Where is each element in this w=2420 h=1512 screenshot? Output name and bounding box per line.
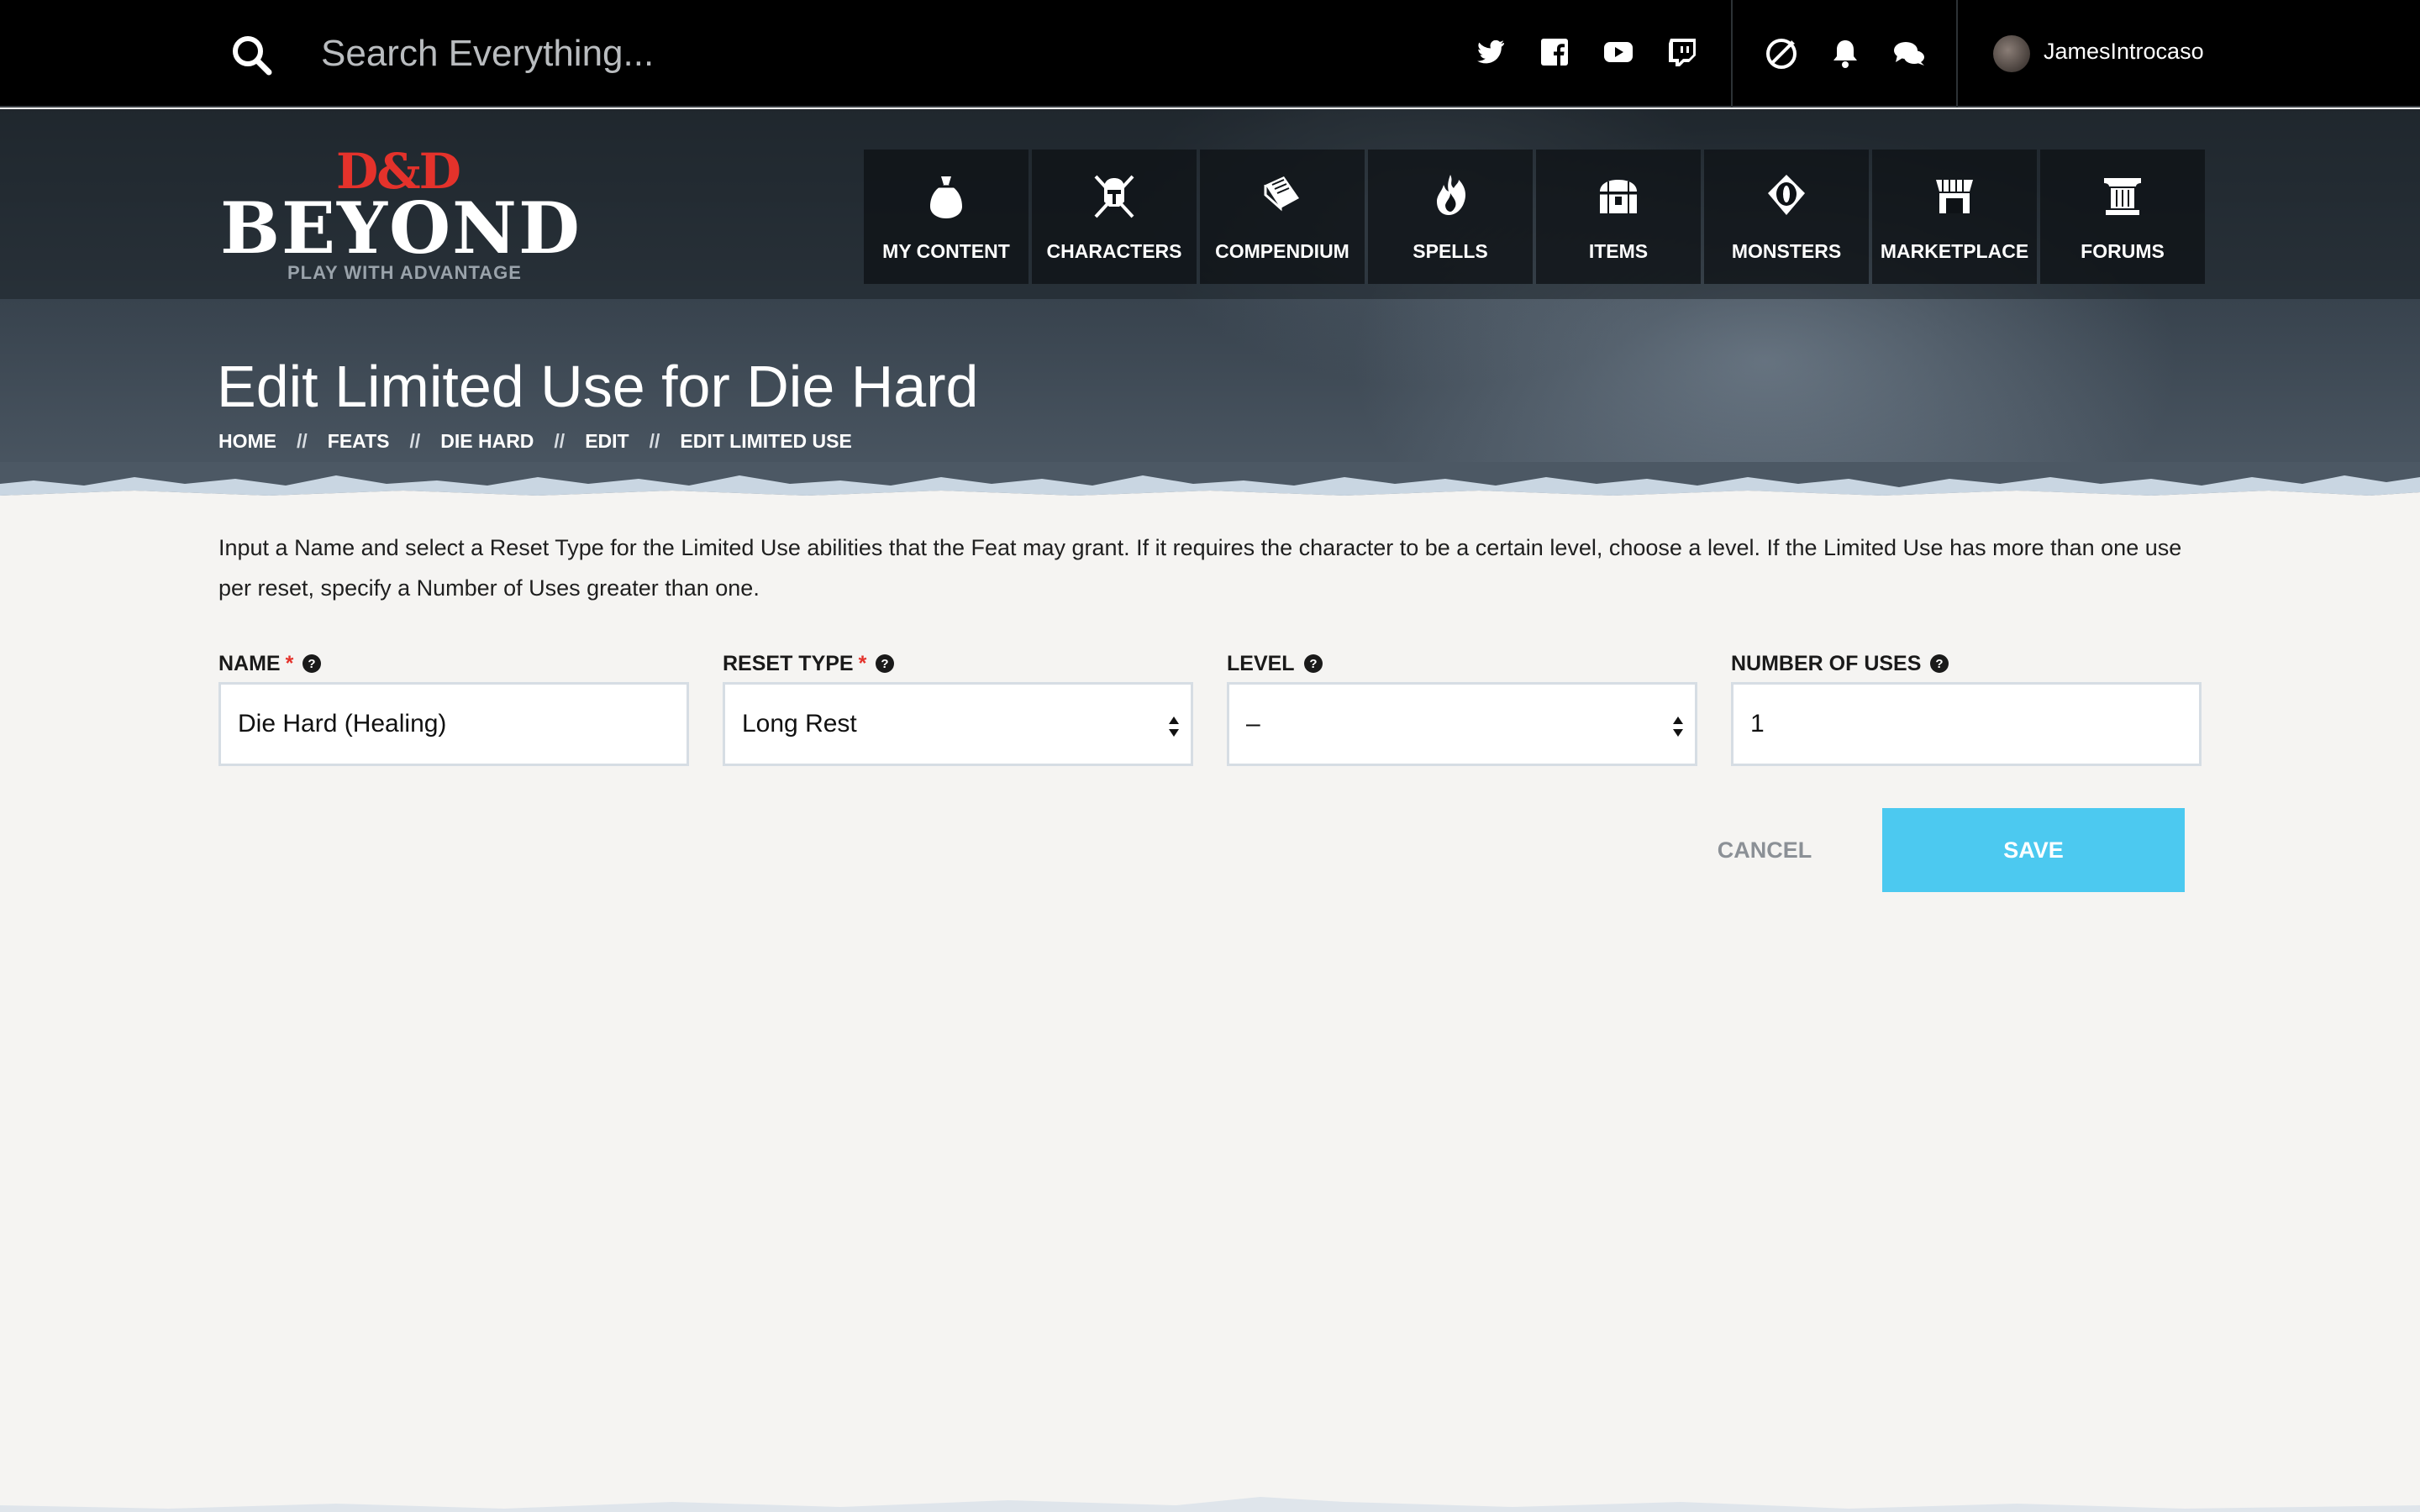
breadcrumb-separator: // [554, 430, 566, 452]
bottom-torn-edge [0, 1497, 2420, 1512]
nav-label: MY CONTENT [882, 240, 1010, 262]
nav-item-monsters[interactable]: MONSTERS [1704, 150, 1869, 284]
divider [1731, 0, 1733, 108]
svg-text:?: ? [1936, 657, 1944, 671]
nav-label: FORUMS [2081, 240, 2165, 262]
breadcrumb: HOME // FEATS // DIE HARD // EDIT // EDI… [218, 430, 852, 453]
nav-label: CHARACTERS [1046, 240, 1182, 262]
logo-tagline: PLAY WITH ADVANTAGE [287, 262, 522, 283]
dice-icon[interactable] [1763, 35, 1800, 72]
help-icon[interactable]: ? [302, 654, 322, 674]
nav-item-compendium[interactable]: COMPENDIUM [1200, 150, 1365, 284]
name-field: NAME * ? [218, 648, 689, 766]
help-icon[interactable]: ? [1929, 654, 1949, 674]
nav-label: COMPENDIUM [1215, 240, 1349, 262]
breadcrumb-separator: // [297, 430, 308, 452]
breadcrumb-edit-limited-use[interactable]: EDIT LIMITED USE [680, 430, 851, 453]
nav-item-my-content[interactable]: MY CONTENT [864, 150, 1028, 284]
level-label-text: LEVEL [1227, 651, 1295, 675]
site-header: D&D BEYOND PLAY WITH ADVANTAGE MY CONTEN… [0, 109, 2420, 496]
helmet-crossed-swords-icon [1094, 175, 1134, 218]
help-icon[interactable]: ? [1303, 654, 1323, 674]
uses-input[interactable] [1731, 682, 2202, 766]
nav-label: ITEMS [1588, 240, 1649, 262]
nav-item-characters[interactable]: CHARACTERS [1032, 150, 1197, 284]
reset-type-select[interactable]: Long Rest [723, 682, 1193, 766]
book-icon [1264, 176, 1299, 212]
pillar-icon [2104, 178, 2141, 215]
level-field: LEVEL ? – [1227, 648, 1697, 766]
chat-icon[interactable] [1891, 35, 1928, 72]
chest-icon [1600, 180, 1637, 213]
shop-icon [1936, 180, 1973, 213]
breadcrumb-feats[interactable]: FEATS [328, 430, 390, 453]
breadcrumb-die-hard[interactable]: DIE HARD [440, 430, 534, 453]
name-label-text: NAME [218, 651, 281, 675]
select-arrows-icon [1169, 717, 1179, 737]
breadcrumb-home[interactable]: HOME [218, 430, 276, 453]
level-label: LEVEL ? [1227, 648, 1697, 679]
required-marker: * [858, 651, 867, 675]
flame-hand-icon [1437, 175, 1465, 215]
nav-label: MARKETPLACE [1880, 240, 2029, 262]
username[interactable]: JamesIntrocaso [2044, 39, 2204, 65]
level-value: – [1246, 710, 1260, 738]
level-select[interactable]: – [1227, 682, 1697, 766]
svg-text:?: ? [881, 657, 889, 671]
breadcrumb-separator: // [409, 430, 421, 452]
top-bar: JamesIntrocaso [0, 0, 2420, 108]
twitch-icon[interactable] [1665, 35, 1699, 69]
facebook-icon[interactable] [1538, 35, 1571, 69]
bell-icon[interactable] [1827, 35, 1864, 72]
svg-text:?: ? [1309, 657, 1317, 671]
search-input[interactable] [319, 25, 1076, 82]
required-marker: * [285, 651, 294, 675]
reset-type-field: RESET TYPE * ? Long Rest [723, 648, 1193, 766]
select-arrows-icon [1673, 717, 1683, 737]
logo-name: BEYOND [220, 186, 581, 270]
torn-edge [0, 462, 2420, 504]
reset-type-value: Long Rest [742, 710, 857, 738]
nav-item-spells[interactable]: SPELLS [1368, 150, 1533, 284]
uses-label-text: NUMBER OF USES [1731, 651, 1922, 675]
avatar[interactable] [1993, 35, 2030, 72]
monster-eye-icon [1768, 175, 1805, 215]
reset-type-label-text: RESET TYPE [723, 651, 854, 675]
bag-icon [930, 176, 962, 218]
nav-item-items[interactable]: ITEMS [1536, 150, 1701, 284]
twitter-icon[interactable] [1474, 35, 1507, 69]
name-label: NAME * ? [218, 648, 689, 679]
save-button[interactable]: SAVE [1882, 808, 2185, 892]
nav-label: MONSTERS [1731, 240, 1842, 262]
search-icon[interactable] [229, 32, 276, 79]
divider [1956, 0, 1958, 108]
main-nav: MY CONTENT CHARACTERS COMPENDIUM SPELLS … [864, 150, 2205, 284]
breadcrumb-separator: // [649, 430, 660, 452]
page-title: Edit Limited Use for Die Hard [217, 354, 979, 419]
nav-item-marketplace[interactable]: MARKETPLACE [1872, 150, 2037, 284]
svg-text:?: ? [308, 657, 316, 671]
nav-label: SPELLS [1413, 240, 1488, 262]
uses-field: NUMBER OF USES ? [1731, 648, 2202, 766]
cancel-button[interactable]: CANCEL [1689, 808, 1840, 892]
reset-type-label: RESET TYPE * ? [723, 648, 1193, 679]
uses-label: NUMBER OF USES ? [1731, 648, 2202, 679]
intro-text: Input a Name and select a Reset Type for… [218, 535, 2182, 601]
nav-item-forums[interactable]: FORUMS [2040, 150, 2205, 284]
name-input[interactable] [218, 682, 689, 766]
help-icon[interactable]: ? [875, 654, 895, 674]
youtube-icon[interactable] [1602, 35, 1635, 69]
breadcrumb-edit[interactable]: EDIT [585, 430, 629, 453]
